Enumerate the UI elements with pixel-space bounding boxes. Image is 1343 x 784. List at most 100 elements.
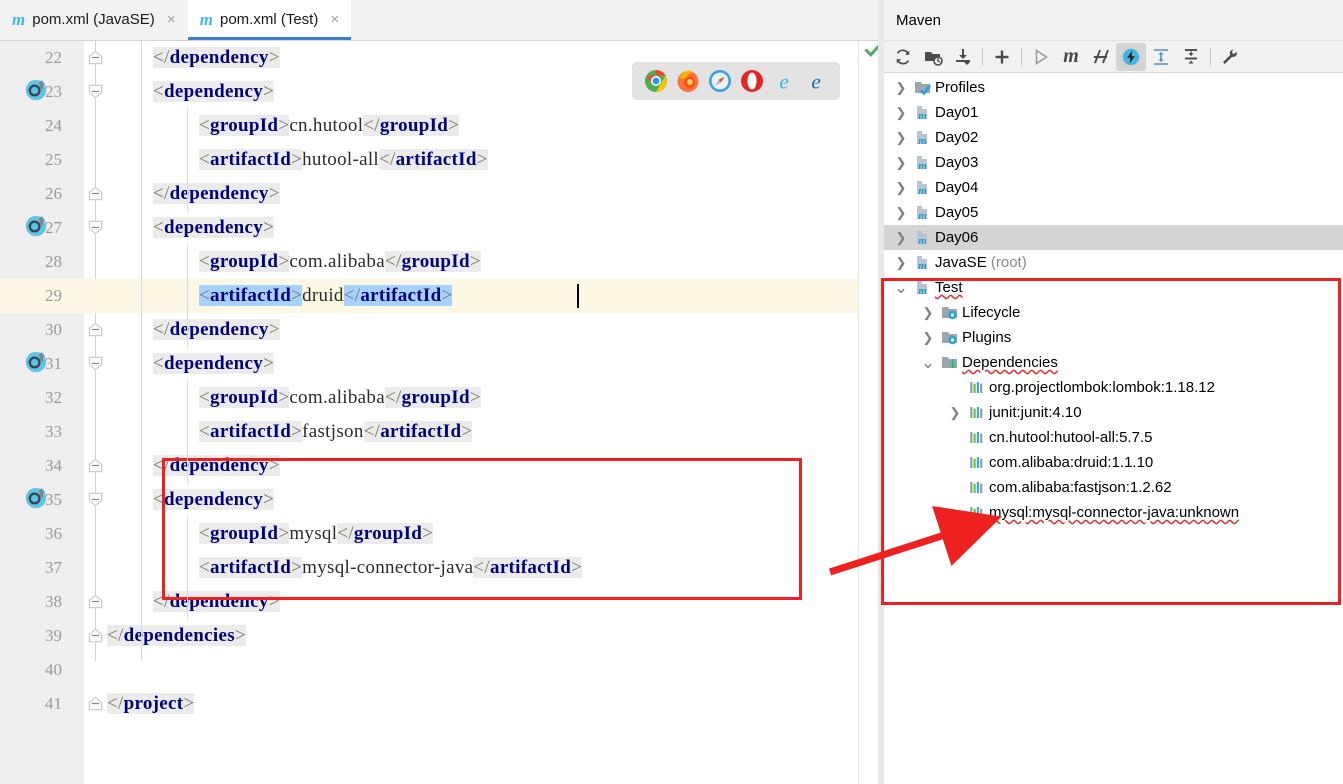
tree-node[interactable]: ❯ Plugins	[884, 325, 1343, 350]
maven-settings-button[interactable]	[1215, 43, 1245, 71]
maven-reimport-icon[interactable]	[24, 350, 48, 374]
reload-all-maven-projects-icon[interactable]	[893, 47, 913, 67]
expand-all-button[interactable]	[1146, 43, 1176, 71]
fold-start-icon[interactable]	[87, 491, 104, 508]
chevron-right-icon[interactable]: ❯	[890, 230, 912, 246]
tree-node[interactable]: ❯ Lifecycle	[884, 300, 1343, 325]
chevron-right-icon[interactable]: ❯	[890, 130, 912, 146]
code-line[interactable]: 36 <groupId>mysql</groupId>	[0, 517, 884, 551]
chevron-right-icon[interactable]: ❯	[890, 205, 912, 221]
chevron-right-icon[interactable]: ❯	[917, 305, 939, 321]
run-button[interactable]	[1026, 43, 1056, 71]
fold-end-icon[interactable]	[87, 321, 104, 338]
toggle-offline-mode-icon[interactable]	[1121, 47, 1141, 67]
toggle-skip-tests-button[interactable]	[1086, 43, 1116, 71]
tree-node[interactable]: ❯ m Day03	[884, 150, 1343, 175]
maven-project-tree[interactable]: ❯ Profiles ❯ m Day01 ❯ m Day02 ❯ m Day03 ❯ m Day04 ❯ m D…	[884, 73, 1343, 525]
chevron-right-icon[interactable]: ❯	[917, 330, 939, 346]
chevron-right-icon[interactable]: ❯	[890, 180, 912, 196]
maven-reimport-icon[interactable]	[24, 486, 48, 510]
browser-preview-bar[interactable]: e e	[632, 62, 840, 100]
code-line[interactable]: 30 </dependency>	[0, 313, 884, 347]
tree-node[interactable]: ❯ m Day02	[884, 125, 1343, 150]
code-line[interactable]: 34 </dependency>	[0, 449, 884, 483]
generate-sources-button[interactable]	[918, 43, 948, 71]
chrome-icon[interactable]	[644, 69, 668, 93]
tree-node[interactable]: ❯ m Day01	[884, 100, 1343, 125]
chevron-right-icon[interactable]: ❯	[890, 80, 912, 96]
tree-node[interactable]: ❯ m Day06	[884, 225, 1343, 250]
tree-node[interactable]: com.alibaba:fastjson:1.2.62	[884, 475, 1343, 500]
close-icon[interactable]: ×	[165, 11, 178, 28]
edge-icon[interactable]: e	[804, 69, 828, 94]
run-icon[interactable]	[1031, 47, 1051, 67]
opera-icon[interactable]	[740, 69, 764, 93]
toggle-offline-mode-button[interactable]	[1116, 42, 1146, 71]
add-maven-project-button[interactable]	[987, 43, 1017, 71]
chevron-down-icon[interactable]: ⌄	[890, 279, 912, 296]
tree-node[interactable]: ⌄ Dependencies	[884, 350, 1343, 375]
expand-all-icon[interactable]	[1151, 47, 1171, 67]
tree-node[interactable]: ❯ Profiles	[884, 75, 1343, 100]
maven-reimport-icon[interactable]	[24, 214, 48, 238]
code-line[interactable]: 32 <groupId>com.alibaba</groupId>	[0, 381, 884, 415]
code-line[interactable]: 28 <groupId>com.alibaba</groupId>	[0, 245, 884, 279]
fold-start-icon[interactable]	[87, 83, 104, 100]
chevron-right-icon[interactable]: ❯	[944, 405, 966, 421]
code-line[interactable]: 38 </dependency>	[0, 585, 884, 619]
code-token: >	[263, 353, 275, 374]
tab-pom-test[interactable]: m pom.xml (Test) ×	[187, 0, 352, 40]
code-line[interactable]: 41 </project>	[0, 687, 884, 721]
maven-toolbar[interactable]: m	[884, 41, 1343, 73]
maven-settings-icon[interactable]	[1220, 47, 1240, 67]
fold-start-icon[interactable]	[87, 355, 104, 372]
code-line[interactable]: 31 <dependency>	[0, 347, 884, 381]
add-maven-project-icon[interactable]	[992, 47, 1012, 67]
fold-end-icon[interactable]	[87, 593, 104, 610]
firefox-icon[interactable]	[676, 69, 700, 93]
code-editor[interactable]: 22 </dependency> 23 <dependency> 24 <groupId>…	[0, 41, 884, 784]
fold-end-icon[interactable]	[87, 457, 104, 474]
chevron-right-icon[interactable]: ❯	[890, 105, 912, 121]
code-line[interactable]: 25 <artifactId>hutool-all</artifactId>	[0, 143, 884, 177]
tree-node[interactable]: ❯ m Day04	[884, 175, 1343, 200]
internet-explorer-icon[interactable]: e	[772, 69, 796, 94]
tree-node[interactable]: cn.hutool:hutool-all:5.7.5	[884, 425, 1343, 450]
code-line[interactable]: 39 </dependencies>	[0, 619, 884, 653]
code-line[interactable]: 33 <artifactId>fastjson</artifactId>	[0, 415, 884, 449]
tree-node[interactable]: ⌄ m Test	[884, 275, 1343, 300]
tree-node[interactable]: org.projectlombok:lombok:1.18.12	[884, 375, 1343, 400]
fold-end-icon[interactable]	[87, 627, 104, 644]
download-sources-icon[interactable]	[953, 47, 973, 67]
tree-node[interactable]: com.alibaba:druid:1.1.10	[884, 450, 1343, 475]
code-line[interactable]: 35 <dependency>	[0, 483, 884, 517]
code-line[interactable]: 40	[0, 653, 884, 687]
tree-node[interactable]: ❯ m Day05	[884, 200, 1343, 225]
code-line[interactable]: 24 <groupId>cn.hutool</groupId>	[0, 109, 884, 143]
code-line[interactable]: 37 <artifactId>mysql-connector-java</arti…	[0, 551, 884, 585]
collapse-all-icon[interactable]	[1181, 47, 1201, 67]
fold-start-icon[interactable]	[87, 219, 104, 236]
close-icon[interactable]: ×	[328, 11, 341, 28]
maven-reimport-icon[interactable]	[24, 78, 48, 102]
fold-end-icon[interactable]	[87, 185, 104, 202]
collapse-all-button[interactable]	[1176, 43, 1206, 71]
download-sources-button[interactable]	[948, 43, 978, 71]
code-line[interactable]: 27 <dependency>	[0, 211, 884, 245]
tree-node[interactable]: ❯ junit:junit:4.10	[884, 400, 1343, 425]
tree-node[interactable]: mysql:mysql-connector-java:unknown	[884, 500, 1343, 525]
fold-end-icon[interactable]	[87, 695, 104, 712]
execute-maven-goal-button[interactable]: m	[1056, 43, 1086, 71]
code-line[interactable]: 29 <artifactId>druid</artifactId>	[0, 279, 884, 313]
tab-pom-javase[interactable]: m pom.xml (JavaSE) ×	[0, 0, 188, 40]
chevron-right-icon[interactable]: ❯	[890, 255, 912, 271]
tree-node[interactable]: ❯ m JavaSE (root)	[884, 250, 1343, 275]
code-line[interactable]: 26 </dependency>	[0, 177, 884, 211]
generate-sources-icon[interactable]	[923, 47, 943, 67]
fold-end-icon[interactable]	[87, 49, 104, 66]
chevron-down-icon[interactable]: ⌄	[917, 354, 939, 371]
safari-icon[interactable]	[708, 69, 732, 93]
chevron-right-icon[interactable]: ❯	[890, 155, 912, 171]
reload-all-maven-projects-button[interactable]	[888, 43, 918, 71]
toggle-skip-tests-icon[interactable]	[1091, 47, 1111, 67]
